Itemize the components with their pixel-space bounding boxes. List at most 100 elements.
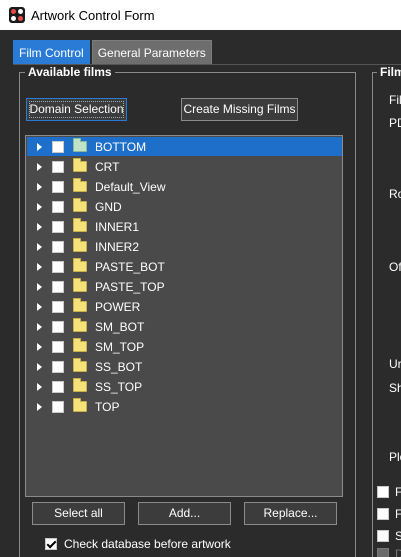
- film-row[interactable]: INNER2: [27, 237, 342, 256]
- film-row[interactable]: POWER: [27, 297, 342, 316]
- film-checkbox[interactable]: [52, 200, 64, 213]
- add-button[interactable]: Add...: [138, 502, 231, 525]
- film-option-label-3: S: [395, 529, 401, 543]
- film-label: SM_BOT: [95, 319, 145, 334]
- film-row[interactable]: SS_TOP: [27, 377, 342, 396]
- create-missing-films-button[interactable]: Create Missing Films: [181, 98, 298, 121]
- film-checkbox[interactable]: [52, 220, 64, 233]
- film-label: PASTE_TOP: [95, 279, 165, 294]
- expand-arrow-icon[interactable]: [37, 242, 42, 251]
- film-row[interactable]: SS_BOT: [27, 357, 342, 376]
- folder-icon: [73, 258, 87, 272]
- offset-label: Of: [389, 260, 401, 274]
- artwork-app-icon: [9, 7, 25, 23]
- film-option-checkbox-3[interactable]: [377, 530, 389, 542]
- film-label: SS_TOP: [95, 379, 143, 394]
- rotation-label: Ro: [389, 187, 401, 201]
- expand-arrow-icon[interactable]: [37, 202, 42, 211]
- folder-icon: [73, 378, 87, 392]
- film-option-checkbox-2[interactable]: [377, 508, 389, 520]
- films-tree[interactable]: BOTTOM CRT Default_View GND INNER1 INNER2 PAST…: [25, 135, 343, 497]
- film-label: BOTTOM: [95, 139, 147, 154]
- film-checkbox[interactable]: [52, 160, 64, 173]
- domain-selection-button[interactable]: Domain Selection: [26, 98, 127, 121]
- film-label: POWER: [95, 299, 141, 314]
- expand-arrow-icon[interactable]: [37, 322, 42, 331]
- replace-button[interactable]: Replace...: [244, 502, 337, 525]
- film-option-label-4: D: [395, 547, 401, 557]
- film-row[interactable]: GND: [27, 197, 342, 216]
- film-checkbox[interactable]: [52, 320, 64, 333]
- film-checkbox[interactable]: [52, 240, 64, 253]
- folder-icon: [73, 318, 87, 332]
- available-films-title: Available films: [25, 65, 115, 79]
- film-label: SM_TOP: [95, 339, 145, 354]
- film-row[interactable]: PASTE_TOP: [27, 277, 342, 296]
- expand-arrow-icon[interactable]: [37, 302, 42, 311]
- film-checkbox[interactable]: [52, 180, 64, 193]
- film-option-label-2: F: [395, 507, 401, 521]
- tab-general-parameters[interactable]: General Parameters: [91, 40, 212, 65]
- tab-film-control[interactable]: Film Control: [13, 40, 90, 65]
- expand-arrow-icon[interactable]: [37, 362, 42, 371]
- film-row[interactable]: INNER1: [27, 217, 342, 236]
- film-row[interactable]: CRT: [27, 157, 342, 176]
- film-row[interactable]: SM_BOT: [27, 317, 342, 336]
- film-option-checkbox-1[interactable]: [377, 486, 389, 498]
- plot-mode-label: Plo: [389, 450, 401, 464]
- film-label: Default_View: [95, 179, 166, 194]
- film-label: INNER2: [95, 239, 140, 254]
- expand-arrow-icon[interactable]: [37, 282, 42, 291]
- film-label: GND: [95, 199, 122, 214]
- folder-icon: [73, 238, 87, 252]
- folder-icon: [73, 278, 87, 292]
- film-label: SS_BOT: [95, 359, 143, 374]
- folder-icon: [73, 138, 87, 152]
- undefined-line-width-label: Ur: [389, 357, 401, 371]
- folder-icon: [73, 178, 87, 192]
- title-bar: Artwork Control Form: [0, 0, 401, 30]
- window-title: Artwork Control Form: [31, 7, 155, 23]
- folder-icon: [73, 218, 87, 232]
- check-database-option[interactable]: Check database before artwork: [45, 537, 231, 551]
- film-row[interactable]: BOTTOM: [27, 137, 342, 156]
- film-label: PASTE_BOT: [95, 259, 165, 274]
- check-database-label: Check database before artwork: [64, 537, 231, 551]
- expand-arrow-icon[interactable]: [37, 222, 42, 231]
- expand-arrow-icon[interactable]: [37, 162, 42, 171]
- expand-arrow-icon[interactable]: [37, 402, 42, 411]
- folder-icon: [73, 298, 87, 312]
- check-database-checkbox[interactable]: [45, 538, 57, 550]
- expand-arrow-icon[interactable]: [37, 262, 42, 271]
- film-option-label-1: F: [395, 485, 401, 499]
- tab-bar: Film Control General Parameters: [13, 40, 214, 65]
- film-checkbox[interactable]: [52, 280, 64, 293]
- expand-arrow-icon[interactable]: [37, 382, 42, 391]
- film-checkbox[interactable]: [52, 380, 64, 393]
- film-checkbox[interactable]: [52, 300, 64, 313]
- shape-bounding-box-label: Sh: [389, 381, 401, 395]
- film-checkbox[interactable]: [52, 340, 64, 353]
- select-all-button[interactable]: Select all: [32, 502, 125, 525]
- film-options-title: Film: [377, 65, 401, 79]
- pd-label: PD: [389, 116, 401, 130]
- film-row[interactable]: SM_TOP: [27, 337, 342, 356]
- folder-icon: [73, 338, 87, 352]
- film-checkbox[interactable]: [52, 360, 64, 373]
- film-checkbox[interactable]: [52, 400, 64, 413]
- film-label: CRT: [95, 159, 120, 174]
- expand-arrow-icon[interactable]: [37, 182, 42, 191]
- expand-arrow-icon[interactable]: [37, 142, 42, 151]
- film-row[interactable]: TOP: [27, 397, 342, 416]
- folder-icon: [73, 198, 87, 212]
- film-label: INNER1: [95, 219, 140, 234]
- expand-arrow-icon[interactable]: [37, 342, 42, 351]
- film-label: TOP: [95, 399, 120, 414]
- film-name-label: Fil: [389, 93, 401, 107]
- film-checkbox[interactable]: [52, 260, 64, 273]
- film-checkbox[interactable]: [52, 140, 64, 153]
- folder-icon: [73, 398, 87, 412]
- film-option-checkbox-4: [377, 548, 389, 557]
- film-row[interactable]: Default_View: [27, 177, 342, 196]
- film-row[interactable]: PASTE_BOT: [27, 257, 342, 276]
